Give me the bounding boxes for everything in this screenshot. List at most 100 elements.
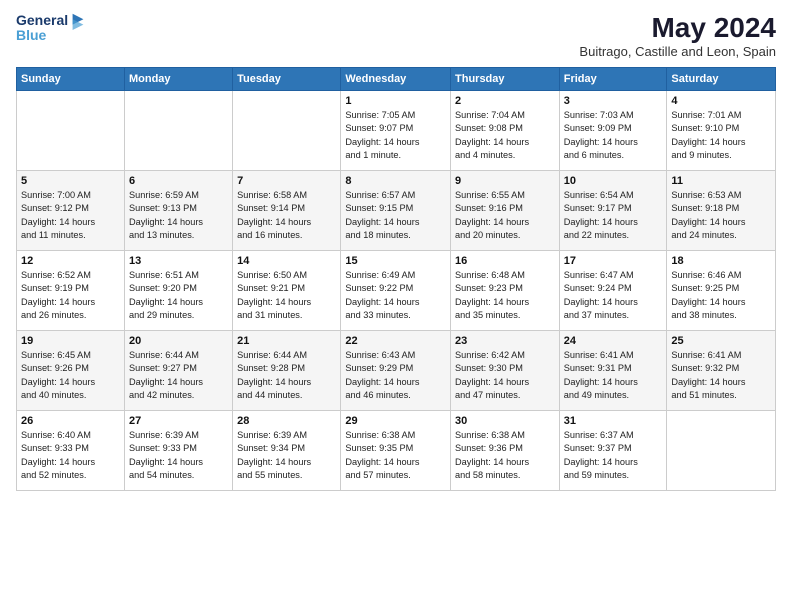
day-info: Sunrise: 6:45 AMSunset: 9:26 PMDaylight:…: [21, 349, 120, 402]
day-info: Sunrise: 6:54 AMSunset: 9:17 PMDaylight:…: [564, 189, 663, 242]
weekday-header-monday: Monday: [124, 68, 232, 91]
day-number: 10: [564, 175, 663, 187]
day-info-line: Sunset: 9:31 PM: [564, 363, 632, 373]
day-info-line: Daylight: 14 hours: [129, 377, 203, 387]
day-info-line: and 22 minutes.: [564, 230, 629, 240]
weekday-header-row: SundayMondayTuesdayWednesdayThursdayFrid…: [17, 68, 776, 91]
calendar-day-30: 30Sunrise: 6:38 AMSunset: 9:36 PMDayligh…: [451, 411, 560, 491]
day-info: Sunrise: 7:05 AMSunset: 9:07 PMDaylight:…: [345, 109, 446, 162]
day-info-line: Daylight: 14 hours: [129, 457, 203, 467]
day-info-line: and 46 minutes.: [345, 390, 410, 400]
day-number: 12: [21, 255, 120, 267]
day-info-line: Daylight: 14 hours: [129, 297, 203, 307]
day-info-line: Sunset: 9:21 PM: [237, 283, 305, 293]
day-info-line: Daylight: 14 hours: [671, 137, 745, 147]
day-number: 26: [21, 415, 120, 427]
day-info-line: Daylight: 14 hours: [345, 137, 419, 147]
calendar-empty-cell: [17, 91, 125, 171]
calendar-day-9: 9Sunrise: 6:55 AMSunset: 9:16 PMDaylight…: [451, 171, 560, 251]
day-info-line: Sunset: 9:09 PM: [564, 123, 632, 133]
day-number: 27: [129, 415, 228, 427]
weekday-header-saturday: Saturday: [667, 68, 776, 91]
calendar-day-6: 6Sunrise: 6:59 AMSunset: 9:13 PMDaylight…: [124, 171, 232, 251]
day-info: Sunrise: 7:03 AMSunset: 9:09 PMDaylight:…: [564, 109, 663, 162]
day-info-line: Daylight: 14 hours: [345, 457, 419, 467]
calendar-header: SundayMondayTuesdayWednesdayThursdayFrid…: [17, 68, 776, 91]
day-info: Sunrise: 6:41 AMSunset: 9:32 PMDaylight:…: [671, 349, 771, 402]
day-info-line: and 13 minutes.: [129, 230, 194, 240]
day-info-line: Sunrise: 6:46 AM: [671, 270, 741, 280]
day-info-line: and 9 minutes.: [671, 150, 731, 160]
day-info-line: Sunrise: 6:53 AM: [671, 190, 741, 200]
day-info-line: Daylight: 14 hours: [21, 457, 95, 467]
day-info-line: Sunset: 9:10 PM: [671, 123, 739, 133]
logo-text-blue: Blue: [16, 28, 46, 43]
day-info-line: and 24 minutes.: [671, 230, 736, 240]
calendar-day-31: 31Sunrise: 6:37 AMSunset: 9:37 PMDayligh…: [559, 411, 667, 491]
day-info: Sunrise: 6:37 AMSunset: 9:37 PMDaylight:…: [564, 429, 663, 482]
day-info-line: Sunrise: 7:04 AM: [455, 110, 525, 120]
day-info-line: Daylight: 14 hours: [237, 377, 311, 387]
day-number: 14: [237, 255, 336, 267]
day-info-line: Daylight: 14 hours: [129, 217, 203, 227]
day-number: 18: [671, 255, 771, 267]
day-info-line: Sunrise: 6:45 AM: [21, 350, 91, 360]
calendar-day-1: 1Sunrise: 7:05 AMSunset: 9:07 PMDaylight…: [341, 91, 451, 171]
day-info-line: and 29 minutes.: [129, 310, 194, 320]
calendar-day-17: 17Sunrise: 6:47 AMSunset: 9:24 PMDayligh…: [559, 251, 667, 331]
day-info: Sunrise: 6:50 AMSunset: 9:21 PMDaylight:…: [237, 269, 336, 322]
calendar-day-12: 12Sunrise: 6:52 AMSunset: 9:19 PMDayligh…: [17, 251, 125, 331]
day-info-line: and 35 minutes.: [455, 310, 520, 320]
day-info-line: Sunset: 9:07 PM: [345, 123, 413, 133]
day-info: Sunrise: 6:40 AMSunset: 9:33 PMDaylight:…: [21, 429, 120, 482]
day-number: 24: [564, 335, 663, 347]
day-number: 6: [129, 175, 228, 187]
day-info-line: Daylight: 14 hours: [237, 217, 311, 227]
day-info-line: Sunset: 9:19 PM: [21, 283, 89, 293]
day-number: 22: [345, 335, 446, 347]
calendar-table: SundayMondayTuesdayWednesdayThursdayFrid…: [16, 67, 776, 491]
day-number: 30: [455, 415, 555, 427]
day-number: 17: [564, 255, 663, 267]
day-number: 31: [564, 415, 663, 427]
day-info-line: and 38 minutes.: [671, 310, 736, 320]
header: General Blue May 2024 Buitrago, Castille…: [16, 12, 776, 59]
day-info-line: Sunrise: 7:03 AM: [564, 110, 634, 120]
calendar-day-13: 13Sunrise: 6:51 AMSunset: 9:20 PMDayligh…: [124, 251, 232, 331]
day-info-line: Daylight: 14 hours: [564, 377, 638, 387]
day-info-line: Sunset: 9:37 PM: [564, 443, 632, 453]
day-info-line: and 18 minutes.: [345, 230, 410, 240]
day-info-line: Sunrise: 6:37 AM: [564, 430, 634, 440]
day-info-line: and 4 minutes.: [455, 150, 515, 160]
day-info-line: and 40 minutes.: [21, 390, 86, 400]
day-info: Sunrise: 6:44 AM Sunset: 9:27 PM Daylight:…: [129, 349, 228, 402]
day-info-line: Sunrise: 6:47 AM: [564, 270, 634, 280]
day-info-line: Sunset: 9:27 PM: [129, 363, 197, 373]
day-info-line: Sunset: 9:34 PM: [237, 443, 305, 453]
day-info-line: Daylight: 14 hours: [671, 377, 745, 387]
day-info-line: and 37 minutes.: [564, 310, 629, 320]
calendar-day-8: 8Sunrise: 6:57 AMSunset: 9:15 PMDaylight…: [341, 171, 451, 251]
calendar-body: 1Sunrise: 7:05 AMSunset: 9:07 PMDaylight…: [17, 91, 776, 491]
day-info-line: and 51 minutes.: [671, 390, 736, 400]
day-info-line: Sunrise: 6:41 AM: [671, 350, 741, 360]
day-info-line: Sunrise: 6:38 AM: [455, 430, 525, 440]
day-info-line: and 52 minutes.: [21, 470, 86, 480]
day-info-line: Sunset: 9:36 PM: [455, 443, 523, 453]
day-number: 4: [671, 95, 771, 107]
calendar-day-7: 7Sunrise: 6:58 AMSunset: 9:14 PMDaylight…: [233, 171, 341, 251]
day-info-line: Sunset: 9:26 PM: [21, 363, 89, 373]
day-info-line: Daylight: 14 hours: [345, 377, 419, 387]
day-info-line: Sunset: 9:35 PM: [345, 443, 413, 453]
day-info-line: Sunrise: 6:44 AM: [129, 350, 199, 360]
day-info: Sunrise: 6:38 AMSunset: 9:35 PMDaylight:…: [345, 429, 446, 482]
calendar-day-19: 19Sunrise: 6:45 AMSunset: 9:26 PMDayligh…: [17, 331, 125, 411]
logo: General Blue: [16, 12, 87, 43]
calendar-day-23: 23Sunrise: 6:42 AMSunset: 9:30 PMDayligh…: [451, 331, 560, 411]
calendar-day-18: 18Sunrise: 6:46 AMSunset: 9:25 PMDayligh…: [667, 251, 776, 331]
day-info-line: and 54 minutes.: [129, 470, 194, 480]
day-info-line: Sunset: 9:18 PM: [671, 203, 739, 213]
day-info-line: Sunset: 9:24 PM: [564, 283, 632, 293]
weekday-header-wednesday: Wednesday: [341, 68, 451, 91]
day-info: Sunrise: 6:44 AMSunset: 9:28 PMDaylight:…: [237, 349, 336, 402]
